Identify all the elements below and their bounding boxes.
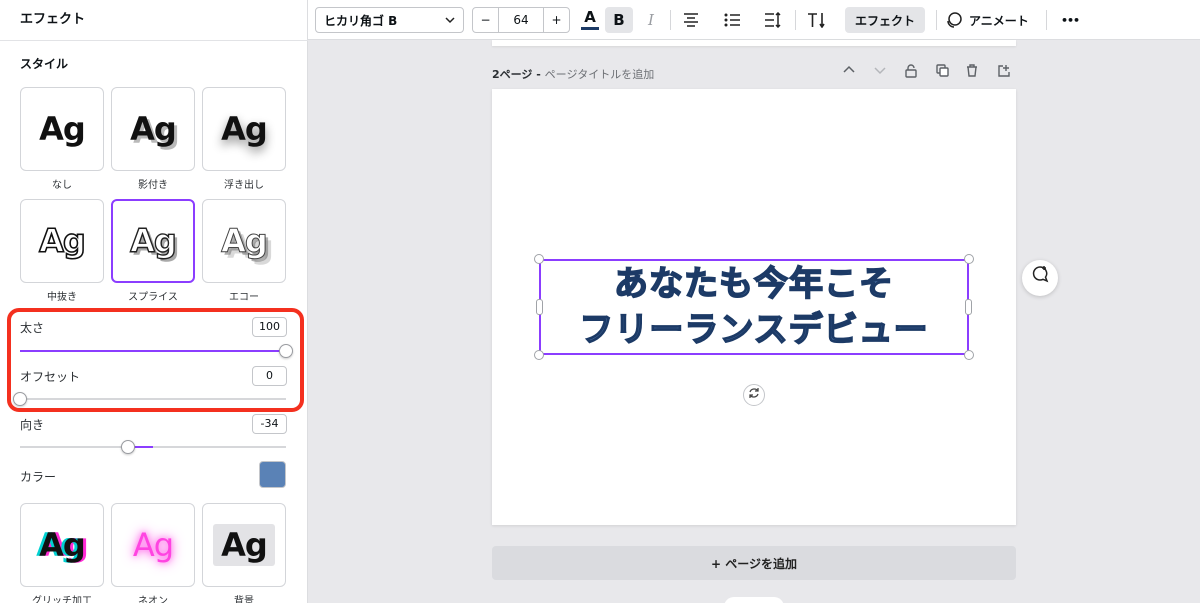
lock-icon bbox=[905, 64, 917, 78]
duplicate-page-button[interactable] bbox=[936, 64, 949, 81]
toolbar-divider bbox=[936, 10, 937, 30]
bullet-list-icon bbox=[724, 13, 740, 27]
duplicate-icon bbox=[936, 64, 949, 77]
move-page-up-button[interactable] bbox=[843, 64, 855, 80]
style-sample: Ag bbox=[39, 110, 86, 148]
rotate-button[interactable] bbox=[743, 384, 765, 406]
selection-box bbox=[539, 259, 969, 355]
style-sample: Ag bbox=[39, 526, 86, 564]
vertical-text-button[interactable] bbox=[803, 7, 831, 33]
spacing-button[interactable] bbox=[760, 7, 786, 33]
page-header: 2ページ - ページタイトルを追加 bbox=[492, 66, 654, 82]
style-heading: スタイル bbox=[20, 57, 69, 71]
text-color-button[interactable]: A bbox=[578, 7, 602, 33]
panel-divider bbox=[0, 40, 308, 41]
add-page-icon bbox=[998, 65, 1010, 77]
direction-value-input[interactable]: -34 bbox=[252, 414, 287, 434]
font-family-dropdown[interactable]: ヒカリ角ゴ B bbox=[315, 7, 464, 33]
comment-icon bbox=[1032, 266, 1049, 283]
chevron-down-icon bbox=[445, 17, 455, 24]
style-sample: Ag bbox=[38, 221, 86, 261]
style-label-none: なし bbox=[52, 180, 72, 191]
chevron-down-icon bbox=[874, 67, 886, 75]
font-size-stepper: − 64 + bbox=[472, 7, 570, 33]
resize-handle-bottom-left[interactable] bbox=[534, 350, 544, 360]
style-tile-shadow[interactable]: Ag bbox=[111, 87, 195, 171]
line-spacing-icon bbox=[765, 12, 781, 28]
panel-title: エフェクト bbox=[20, 12, 86, 27]
resize-handle-right[interactable] bbox=[965, 299, 972, 315]
lock-page-button[interactable] bbox=[905, 64, 917, 82]
toolbar-divider bbox=[795, 10, 796, 30]
style-tile-background[interactable]: Ag bbox=[202, 503, 286, 587]
increase-size-button[interactable]: + bbox=[543, 8, 569, 32]
style-tile-hollow[interactable]: Ag bbox=[20, 199, 104, 283]
chevron-up-icon bbox=[843, 65, 855, 73]
style-label-lift: 浮き出し bbox=[224, 180, 264, 191]
vertical-text-icon bbox=[808, 13, 825, 28]
align-center-icon bbox=[684, 13, 698, 27]
style-label-shadow: 影付き bbox=[138, 180, 168, 191]
resize-handle-left[interactable] bbox=[536, 299, 543, 315]
direction-slider-thumb[interactable] bbox=[120, 440, 135, 454]
align-center-button[interactable] bbox=[678, 7, 704, 33]
trash-icon bbox=[967, 64, 977, 77]
style-tile-splice[interactable]: Ag bbox=[111, 199, 195, 283]
effects-panel: エフェクト スタイル Ag なし Ag 影付き Ag 浮き出し Ag 中抜き A… bbox=[0, 0, 308, 603]
animate-label: アニメート bbox=[969, 13, 1029, 28]
resize-handle-top-right[interactable] bbox=[964, 254, 974, 264]
animate-button[interactable]: アニメート bbox=[945, 7, 1029, 33]
delete-page-button[interactable] bbox=[966, 64, 978, 81]
style-tile-echo[interactable]: Ag bbox=[202, 199, 286, 283]
style-tile-neon[interactable]: Ag bbox=[111, 503, 195, 587]
italic-button[interactable]: I bbox=[638, 7, 664, 33]
style-label-hollow: 中抜き bbox=[47, 292, 77, 303]
previous-page-edge bbox=[492, 40, 1016, 46]
style-sample: Ag bbox=[213, 524, 275, 566]
direction-slider-track[interactable] bbox=[20, 446, 286, 448]
color-swatch[interactable] bbox=[259, 461, 286, 488]
style-sample: Ag bbox=[221, 222, 269, 261]
style-sample: Ag bbox=[221, 110, 268, 148]
direction-label: 向き bbox=[20, 418, 45, 432]
top-toolbar: ヒカリ角ゴ B − 64 + A B I エフェクト アニメート ••• bbox=[308, 0, 1200, 40]
add-comment-button[interactable] bbox=[1022, 260, 1058, 296]
style-sample: Ag bbox=[130, 110, 177, 148]
animate-icon bbox=[947, 12, 962, 28]
style-tile-none[interactable]: Ag bbox=[20, 87, 104, 171]
add-page-button[interactable]: + ページを追加 bbox=[492, 546, 1016, 580]
resize-handle-top-left[interactable] bbox=[534, 254, 544, 264]
font-family-value: ヒカリ角ゴ B bbox=[324, 13, 398, 28]
toolbar-divider bbox=[670, 10, 671, 30]
toolbar-divider bbox=[1046, 10, 1047, 30]
text-color-icon: A bbox=[584, 8, 596, 26]
style-label-neon: ネオン bbox=[138, 596, 168, 603]
style-label-glitch: グリッチ加工 bbox=[32, 596, 92, 603]
style-label-echo: エコー bbox=[229, 292, 259, 303]
font-size-input[interactable]: 64 bbox=[499, 13, 543, 27]
add-page-after-button[interactable] bbox=[997, 64, 1010, 81]
color-label: カラー bbox=[20, 470, 57, 484]
move-page-down-button[interactable] bbox=[874, 64, 886, 80]
style-tile-lift[interactable]: Ag bbox=[202, 87, 286, 171]
highlight-annotation bbox=[7, 308, 304, 412]
resize-handle-bottom-right[interactable] bbox=[964, 350, 974, 360]
more-options-button[interactable]: ••• bbox=[1056, 7, 1084, 33]
style-sample: Ag bbox=[132, 526, 174, 564]
effects-button[interactable]: エフェクト bbox=[845, 7, 926, 33]
text-color-bar bbox=[581, 27, 599, 30]
bottom-control[interactable] bbox=[724, 597, 784, 603]
style-label-splice: スプライス bbox=[128, 292, 178, 303]
list-button[interactable] bbox=[719, 7, 745, 33]
style-label-background: 背景 bbox=[234, 596, 254, 603]
page-number: 2ページ - bbox=[492, 68, 545, 81]
rotate-icon bbox=[749, 388, 759, 398]
bold-button[interactable]: B bbox=[605, 7, 633, 33]
style-sample: Ag bbox=[129, 221, 177, 260]
style-tile-glitch[interactable]: Ag bbox=[20, 503, 104, 587]
decrease-size-button[interactable]: − bbox=[473, 8, 499, 32]
page-title-input[interactable]: ページタイトルを追加 bbox=[545, 68, 655, 81]
